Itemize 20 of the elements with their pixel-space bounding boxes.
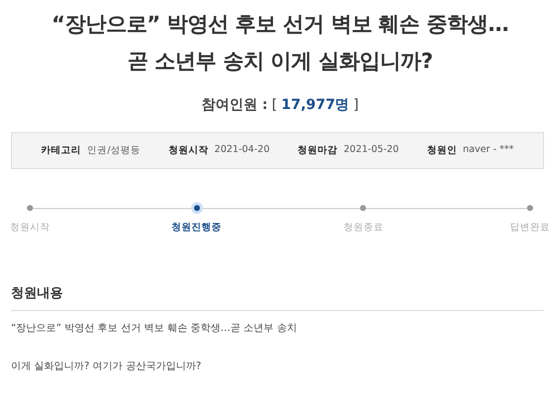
step-label: 청원진행중 bbox=[172, 221, 222, 234]
petition-title: “장난으로” 박영선 후보 선거 벽보 훼손 중학생…곧 소년부 송치 이게 실화입니까? bbox=[50, 11, 510, 75]
info-label: 청원마감 bbox=[298, 144, 338, 157]
info-label: 카테고리 bbox=[41, 144, 82, 157]
info-label: 청원시작 bbox=[168, 144, 208, 157]
paragraph: “장난으로” 박영선 후보 선거 벽보 훼손 중학생…곧 소년부 송치 bbox=[11, 322, 298, 335]
bracket: ] bbox=[353, 97, 359, 113]
bracket: [ bbox=[272, 97, 278, 113]
participants-count: 17,977명 bbox=[281, 96, 350, 114]
step-label: 답변완료 bbox=[510, 221, 550, 234]
step-label: 청원종료 bbox=[343, 221, 384, 234]
paragraph: 이게 실화입니까? 여기가 공산국가입니까? bbox=[11, 360, 202, 373]
info-value: 인권/성평등 bbox=[87, 144, 140, 157]
participants-label: 참여인원 : bbox=[201, 96, 268, 114]
info-value: 2021-04-20 bbox=[214, 144, 270, 157]
step-label: 청원시작 bbox=[10, 221, 50, 234]
info-value: 2021-05-20 bbox=[344, 144, 399, 157]
info-label: 청원인 bbox=[426, 144, 457, 157]
info-value: naver - *** bbox=[462, 144, 514, 157]
section-heading: 청원내용 bbox=[11, 285, 64, 302]
